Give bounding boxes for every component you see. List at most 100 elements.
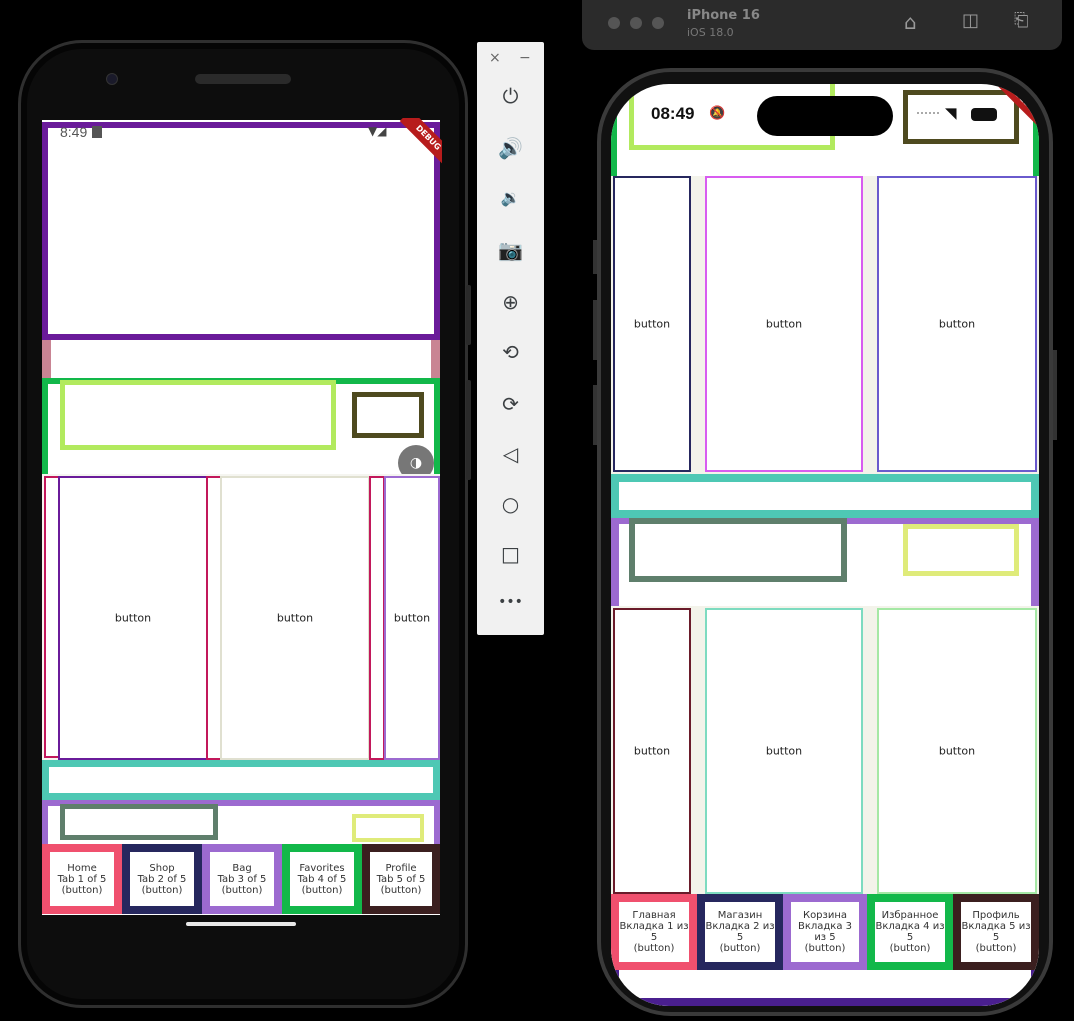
window-minimize-dot[interactable] <box>630 17 642 29</box>
tab-bag[interactable]: Bag Tab 3 of 5 (button) <box>202 844 282 914</box>
top-grid-button-3[interactable]: button <box>877 176 1037 472</box>
volume-down-side-button <box>593 385 597 445</box>
top-grid-button-2[interactable]: button <box>705 176 863 472</box>
tab-position: Tab 4 of 5 <box>297 873 347 885</box>
button-label: button <box>938 744 976 758</box>
secondary-title-box <box>629 518 847 582</box>
button-label: button <box>765 744 803 758</box>
tab-role: (button) <box>719 943 761 954</box>
tab-favorites[interactable]: Избранное Вкладка 4 из 5 (button) <box>867 894 953 970</box>
tab-label: Shop <box>149 862 175 874</box>
tab-label: Home <box>67 862 97 874</box>
rotate-left-icon[interactable]: ⟲ <box>477 340 544 364</box>
debug-ribbon: DEBUG <box>995 84 1039 136</box>
tab-label: Favorites <box>299 862 345 874</box>
tab-label: Магазин <box>717 910 763 921</box>
button-label: button <box>765 317 803 331</box>
bottom-grid-button-2[interactable]: button <box>705 608 863 894</box>
power-side-button <box>1053 350 1057 440</box>
tab-role: (button) <box>975 943 1017 954</box>
tab-role: (button) <box>141 884 183 896</box>
power-icon[interactable]: ⏻ <box>477 84 544 108</box>
button-label: button <box>114 611 152 625</box>
close-icon[interactable]: × <box>489 50 501 66</box>
volume-side-button <box>466 380 471 480</box>
tab-shop[interactable]: Shop Tab 2 of 5 (button) <box>122 844 202 914</box>
earpiece-speaker <box>195 74 291 84</box>
simulator-titlebar: iPhone 16 iOS 18.0 ⌂ ◫ ⎗ <box>582 0 1062 50</box>
notification-icon <box>92 126 102 138</box>
screenshot-icon[interactable]: ◫ <box>962 10 979 31</box>
bottom-grid-button-3[interactable]: button <box>877 608 1037 894</box>
tab-profile[interactable]: Профиль Вкладка 5 из 5 (button) <box>953 894 1039 970</box>
status-signal-icon: ▼◢ <box>368 124 387 138</box>
tab-home[interactable]: Главная Вкладка 1 из 5 (button) <box>611 894 697 970</box>
search-bar[interactable] <box>42 760 440 800</box>
tab-position: Вкладка 3 из 5 <box>797 921 853 943</box>
wifi-icon: ◥ <box>945 104 957 122</box>
top-grid-button-1[interactable]: button <box>613 176 691 472</box>
back-icon[interactable]: ◁ <box>477 442 544 466</box>
tab-label: Главная <box>632 910 676 921</box>
more-icon[interactable]: ••• <box>477 594 544 610</box>
secondary-title-box <box>60 804 218 840</box>
secondary-action-box <box>903 524 1019 576</box>
tab-role: (button) <box>889 943 931 954</box>
button-label: button <box>633 317 671 331</box>
rotate-right-icon[interactable]: ⟳ <box>477 392 544 416</box>
spacer-strip-right <box>431 340 440 380</box>
status-time: 8:49 <box>60 124 88 140</box>
bottom-grid-button-1[interactable]: button <box>613 608 691 894</box>
spacer-strip-left <box>42 340 51 380</box>
overview-icon[interactable]: □ <box>477 542 544 566</box>
bell-muted-icon: 🔕 <box>709 106 726 121</box>
emulator-toolbar: × − ⏻ 🔊 🔉 📷 ⊕ ⟲ ⟳ ◁ ○ □ ••• <box>477 42 544 635</box>
tab-position: Вкладка 1 из 5 <box>619 921 689 943</box>
tab-role: (button) <box>301 884 343 896</box>
tab-position: Tab 2 of 5 <box>137 873 187 885</box>
action-side-button <box>593 240 597 274</box>
tab-position: Вкладка 5 из 5 <box>961 921 1031 943</box>
gesture-home-bar[interactable] <box>186 922 296 926</box>
tab-role: (button) <box>804 943 846 954</box>
grid-button-3[interactable]: button <box>384 476 440 760</box>
os-version: iOS 18.0 <box>687 26 734 39</box>
zoom-icon[interactable]: ⊕ <box>477 290 544 314</box>
tab-position: Tab 1 of 5 <box>57 873 107 885</box>
secondary-action-box <box>352 814 424 842</box>
tab-label: Избранное <box>881 910 939 921</box>
button-label: button <box>393 611 431 625</box>
volume-down-icon[interactable]: 🔉 <box>477 188 544 207</box>
search-bar[interactable] <box>611 474 1039 518</box>
debug-ribbon: DEBUG <box>399 118 442 167</box>
tab-favorites[interactable]: Favorites Tab 4 of 5 (button) <box>282 844 362 914</box>
tab-role: (button) <box>380 884 422 896</box>
tab-label: Корзина <box>802 910 848 921</box>
camera-icon[interactable]: 📷 <box>477 238 544 262</box>
grid-button-2[interactable]: button <box>220 476 370 760</box>
tab-shop[interactable]: Магазин Вкладка 2 из 5 (button) <box>697 894 783 970</box>
rotate-icon[interactable]: ⎗ <box>1014 10 1028 31</box>
debug-banner: DEBUG <box>392 118 442 168</box>
minimize-icon[interactable]: − <box>519 50 531 66</box>
window-zoom-dot[interactable] <box>652 17 664 29</box>
volume-up-icon[interactable]: 🔊 <box>477 136 544 160</box>
status-time: 08:49 <box>651 104 695 123</box>
grid-cell-edge <box>369 476 385 760</box>
power-side-button <box>466 285 471 345</box>
tab-position: Tab 5 of 5 <box>376 873 426 885</box>
iphone-screen: 08:49 🔕 ◥ DEBUG button button button but… <box>611 84 1039 1006</box>
front-camera-icon <box>106 73 118 85</box>
tab-label: Profile <box>385 862 417 874</box>
app-bar-container <box>42 122 440 340</box>
bottom-safe-area <box>611 970 1039 1006</box>
tab-profile[interactable]: Profile Tab 5 of 5 (button) <box>362 844 440 914</box>
grid-button-1[interactable]: button <box>58 476 208 760</box>
tab-role: (button) <box>221 884 263 896</box>
tab-bag[interactable]: Корзина Вкладка 3 из 5 (button) <box>783 894 867 970</box>
home-icon[interactable]: ○ <box>477 492 544 516</box>
button-label: button <box>938 317 976 331</box>
home-icon[interactable]: ⌂ <box>904 10 917 34</box>
tab-home[interactable]: Home Tab 1 of 5 (button) <box>42 844 122 914</box>
window-close-dot[interactable] <box>608 17 620 29</box>
